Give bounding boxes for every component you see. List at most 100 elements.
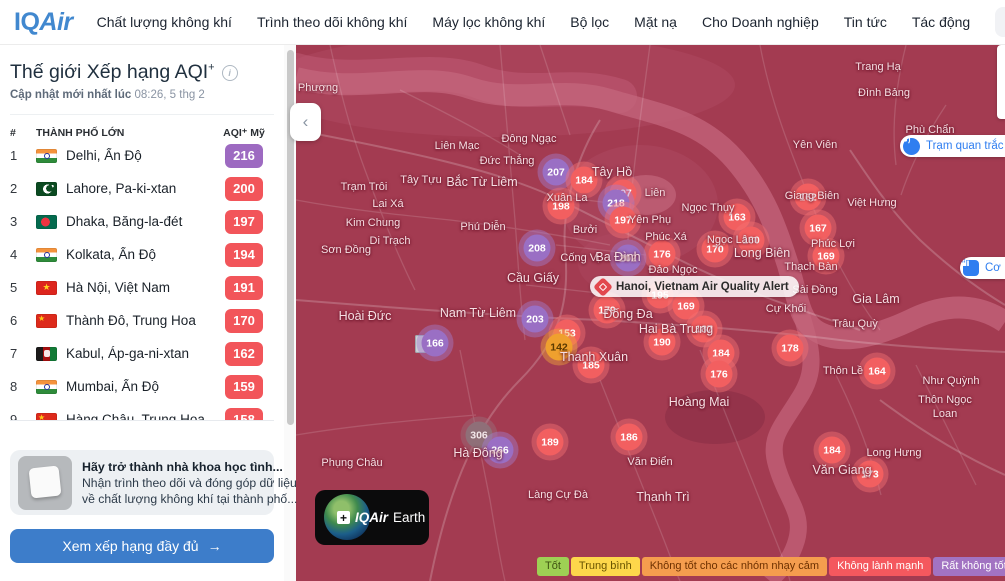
- aqi-map[interactable]: 2071841972181981971631621671601702081762…: [296, 45, 1005, 581]
- iqair-earth-widget[interactable]: + IQAir Earth: [315, 490, 429, 545]
- af-flag-icon: [36, 347, 57, 361]
- legend-item: Trung bình: [571, 557, 640, 576]
- pk-flag-icon: [36, 182, 57, 196]
- aqi-marker[interactable]: 162: [795, 184, 822, 211]
- aqi-badge: 197: [225, 210, 263, 234]
- aqi-marker[interactable]: 176: [649, 241, 676, 268]
- ranking-list: 1Delhi, Ấn Độ2162Lahore, Pa-ki-xtan2003D…: [10, 139, 274, 420]
- table-row[interactable]: 7Kabul, Áp-ga-ni-xtan162: [10, 337, 274, 370]
- nav-item-5[interactable]: Cho Doanh nghiệp: [702, 14, 819, 30]
- table-row[interactable]: 4 Kolkata, Ấn Độ194: [10, 238, 274, 271]
- aqi-marker[interactable]: 184: [571, 167, 598, 194]
- promo-line2: về chất lượng không khí tại thành phố...: [82, 491, 266, 507]
- row-city: Lahore, Pa-ki-xtan: [66, 181, 225, 196]
- earth-suffix: Earth: [393, 510, 425, 525]
- plus-icon: +: [337, 511, 350, 524]
- aqi-marker[interactable]: 186: [616, 424, 643, 451]
- nav-item-7[interactable]: Tác động: [912, 14, 970, 30]
- aqi-marker[interactable]: 208: [524, 235, 551, 262]
- full-ranking-button[interactable]: Xem xếp hạng đầy đủ→: [10, 529, 274, 563]
- row-city: Mumbai, Ấn Độ: [66, 379, 225, 394]
- row-city: Thành Đô, Trung Hoa: [66, 313, 225, 328]
- ranking-sidebar: Thế giới Xếp hạng AQI+ i Cập nhật mới nh…: [0, 45, 284, 581]
- promo-line1: Nhận trình theo dõi và đóng góp dữ liệu: [82, 475, 266, 491]
- nav-item-1[interactable]: Trình theo dõi không khí: [257, 14, 407, 30]
- aqi-marker[interactable]: 164: [864, 358, 891, 385]
- agency-toggle-button[interactable]: Cơ: [960, 257, 1005, 279]
- aqi-marker[interactable]: 169: [813, 243, 840, 270]
- aqi-marker[interactable]: 266: [487, 437, 514, 464]
- aqi-marker[interactable]: 173: [857, 461, 884, 488]
- aqi-marker[interactable]: 166: [422, 330, 449, 357]
- sidebar-collapse-button[interactable]: ‹: [290, 103, 321, 141]
- aqi-marker[interactable]: 197: [610, 207, 637, 234]
- aqi-marker[interactable]: 207: [543, 159, 570, 186]
- iqair-logo[interactable]: IQAir: [14, 8, 73, 37]
- aqi-marker[interactable]: 178: [777, 335, 804, 362]
- cn-flag-icon: [36, 413, 57, 421]
- col-aqi: AQI⁺ Mỹ: [216, 127, 272, 139]
- aqi-marker[interactable]: 142: [546, 334, 573, 361]
- logo-iq: IQ: [14, 8, 39, 36]
- stations-toggle-button[interactable]: Trạm quan trắc chấ: [900, 135, 1005, 157]
- in-flag-icon: [36, 248, 57, 262]
- map-side-panel-edge[interactable]: [997, 45, 1005, 119]
- aqi-badge: 158: [225, 408, 263, 421]
- aqi-badge: 194: [225, 243, 263, 267]
- bd-flag-icon: [36, 215, 57, 229]
- aqi-marker[interactable]: 187: [691, 316, 718, 343]
- row-rank: 2: [10, 181, 36, 196]
- aqi-marker[interactable]: 203: [522, 306, 549, 333]
- legend-item: Rất không tốt: [933, 557, 1005, 576]
- nav-item-3[interactable]: Bộ lọc: [570, 14, 609, 30]
- row-rank: 3: [10, 214, 36, 229]
- table-row[interactable]: 3 Dhaka, Băng-la-đét197: [10, 205, 274, 238]
- air-quality-alert-banner[interactable]: Hanoi, Vietnam Air Quality Alert: [590, 276, 799, 297]
- row-rank: 8: [10, 379, 36, 394]
- cn-flag-icon: [36, 314, 57, 328]
- info-icon[interactable]: i: [222, 65, 238, 81]
- table-row[interactable]: 5★Hà Nội, Việt Nam191: [10, 271, 274, 304]
- logo-air: Air: [39, 8, 72, 36]
- page-title: Thế giới Xếp hạng AQI+: [10, 61, 215, 84]
- nav-menu: Chất lượng không khí Trình theo dõi không…: [97, 14, 996, 30]
- table-row[interactable]: 2Lahore, Pa-ki-xtan200: [10, 172, 274, 205]
- aqi-marker[interactable]: 184: [819, 437, 846, 464]
- ranking-table-header: # THÀNH PHỐ LỚN AQI⁺ Mỹ: [10, 114, 274, 139]
- aqi-badge: 216: [225, 144, 263, 168]
- nav-item-4[interactable]: Mặt nạ: [634, 14, 677, 30]
- row-rank: 4: [10, 247, 36, 262]
- promo-title: Hãy trở thành nhà khoa học tình...: [82, 459, 266, 475]
- aqi-marker[interactable]: 202: [615, 245, 642, 272]
- aqi-marker[interactable]: 179: [594, 297, 621, 324]
- building-icon: [963, 260, 979, 276]
- aqi-marker[interactable]: 170: [702, 236, 729, 263]
- aqi-marker[interactable]: 176: [706, 361, 733, 388]
- table-row[interactable]: 8 Mumbai, Ấn Độ159: [10, 370, 274, 403]
- aqi-marker[interactable]: 167: [805, 215, 832, 242]
- monitor-device-image: [18, 456, 72, 510]
- legend-item: Không lành mạnh: [829, 557, 931, 576]
- col-city: THÀNH PHỐ LỚN: [36, 127, 216, 139]
- aqi-marker[interactable]: 190: [649, 329, 676, 356]
- aqi-marker[interactable]: 185: [578, 352, 605, 379]
- table-row[interactable]: 1Delhi, Ấn Độ216: [10, 139, 274, 172]
- table-row[interactable]: 6Thành Đô, Trung Hoa170: [10, 304, 274, 337]
- row-rank: 1: [10, 148, 36, 163]
- aqi-marker[interactable]: 198: [548, 193, 575, 220]
- nav-item-2[interactable]: Máy lọc không khí: [432, 14, 545, 30]
- nav-item-6[interactable]: Tin tức: [844, 14, 887, 30]
- row-rank: 5: [10, 280, 36, 295]
- row-city: Kolkata, Ấn Độ: [66, 247, 225, 262]
- aqi-badge: 159: [225, 375, 263, 399]
- search-box[interactable]: [995, 7, 1005, 37]
- arrow-right-icon: →: [208, 538, 222, 554]
- row-city: Dhaka, Băng-la-đét: [66, 214, 225, 229]
- contributor-promo-card[interactable]: Hãy trở thành nhà khoa học tình... Nhận …: [10, 450, 274, 515]
- table-row[interactable]: 9Hàng Châu, Trung Hoa158: [10, 403, 274, 420]
- aqi-marker[interactable]: 189: [537, 429, 564, 456]
- in-flag-icon: [36, 380, 57, 394]
- row-city: Hà Nội, Việt Nam: [66, 280, 225, 295]
- nav-item-0[interactable]: Chất lượng không khí: [97, 14, 232, 30]
- aqi-marker[interactable]: 160: [738, 227, 765, 254]
